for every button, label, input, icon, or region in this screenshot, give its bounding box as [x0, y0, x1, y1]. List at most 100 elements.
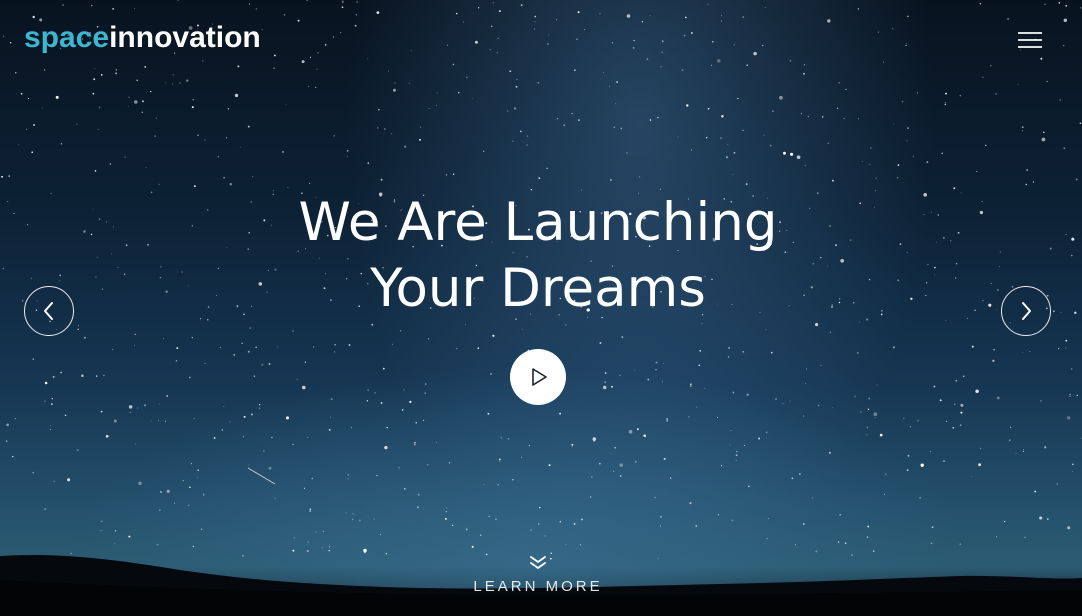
star	[367, 162, 370, 164]
star	[193, 417, 195, 420]
star	[197, 477, 199, 478]
star	[1044, 3, 1046, 6]
star	[807, 115, 810, 118]
star	[311, 477, 314, 480]
star	[97, 128, 99, 130]
star	[315, 86, 317, 88]
star	[403, 389, 405, 391]
star	[513, 107, 517, 110]
star	[619, 374, 621, 376]
star	[571, 443, 574, 446]
star	[489, 49, 491, 51]
star	[309, 510, 312, 512]
star	[419, 138, 421, 141]
star	[301, 60, 305, 64]
star	[127, 105, 129, 107]
star	[979, 447, 982, 450]
star	[293, 537, 295, 539]
star	[730, 430, 732, 432]
star	[614, 446, 617, 449]
star	[378, 109, 380, 111]
star	[720, 20, 723, 22]
star	[876, 384, 878, 386]
star	[519, 130, 522, 133]
star	[160, 491, 162, 493]
slider-next-button[interactable]	[1001, 286, 1051, 336]
star	[128, 535, 131, 538]
star	[227, 108, 230, 110]
star	[727, 356, 730, 358]
star	[746, 393, 749, 396]
star	[386, 426, 388, 429]
star	[1076, 394, 1078, 397]
star	[487, 412, 490, 415]
play-video-button[interactable]	[510, 349, 566, 405]
star	[565, 324, 567, 326]
star	[657, 116, 659, 119]
star	[304, 361, 306, 363]
menu-button[interactable]	[1018, 32, 1042, 50]
star	[93, 78, 96, 81]
star	[142, 100, 144, 103]
star	[271, 436, 273, 439]
site-logo[interactable]: spaceinnovation	[24, 18, 261, 58]
star	[50, 425, 52, 427]
star	[960, 411, 963, 414]
star	[799, 473, 801, 475]
star	[409, 400, 412, 404]
star	[611, 385, 613, 388]
star	[164, 420, 167, 422]
star	[1029, 351, 1031, 353]
hamburger-menu-icon-line	[1018, 46, 1042, 48]
star	[1070, 368, 1073, 370]
star	[628, 429, 633, 434]
star	[533, 28, 536, 30]
star	[144, 66, 147, 68]
star	[213, 437, 216, 439]
star	[803, 64, 806, 66]
star	[44, 400, 46, 402]
star	[112, 348, 114, 350]
star	[869, 163, 871, 165]
star	[892, 28, 894, 30]
star	[866, 536, 869, 539]
star	[252, 176, 254, 178]
star	[836, 107, 839, 109]
slider-prev-button[interactable]	[24, 286, 74, 336]
star	[204, 139, 206, 141]
star	[717, 514, 719, 516]
star	[626, 14, 631, 18]
star	[556, 117, 559, 120]
star	[355, 14, 357, 16]
star	[649, 119, 652, 121]
star	[261, 29, 263, 31]
star	[803, 72, 805, 75]
star	[150, 420, 152, 422]
star	[155, 117, 157, 119]
star	[615, 103, 617, 105]
star	[892, 346, 895, 349]
star	[732, 391, 735, 394]
star	[1022, 450, 1024, 452]
star	[731, 519, 734, 522]
star	[952, 426, 955, 429]
star	[303, 487, 306, 489]
star	[571, 113, 573, 115]
star	[137, 407, 139, 409]
star	[101, 520, 103, 523]
star	[677, 136, 679, 138]
star	[1058, 348, 1060, 350]
star	[77, 328, 79, 331]
star	[992, 359, 995, 362]
star	[845, 88, 847, 90]
star	[334, 351, 336, 353]
star	[424, 392, 427, 395]
star	[520, 4, 523, 7]
star	[78, 325, 79, 327]
learn-more-link[interactable]: LEARN MORE	[0, 556, 1076, 595]
star	[962, 375, 965, 378]
headline-line-1: We Are Launching	[298, 192, 778, 253]
star	[100, 74, 103, 76]
star	[1034, 490, 1037, 493]
star	[893, 123, 895, 125]
